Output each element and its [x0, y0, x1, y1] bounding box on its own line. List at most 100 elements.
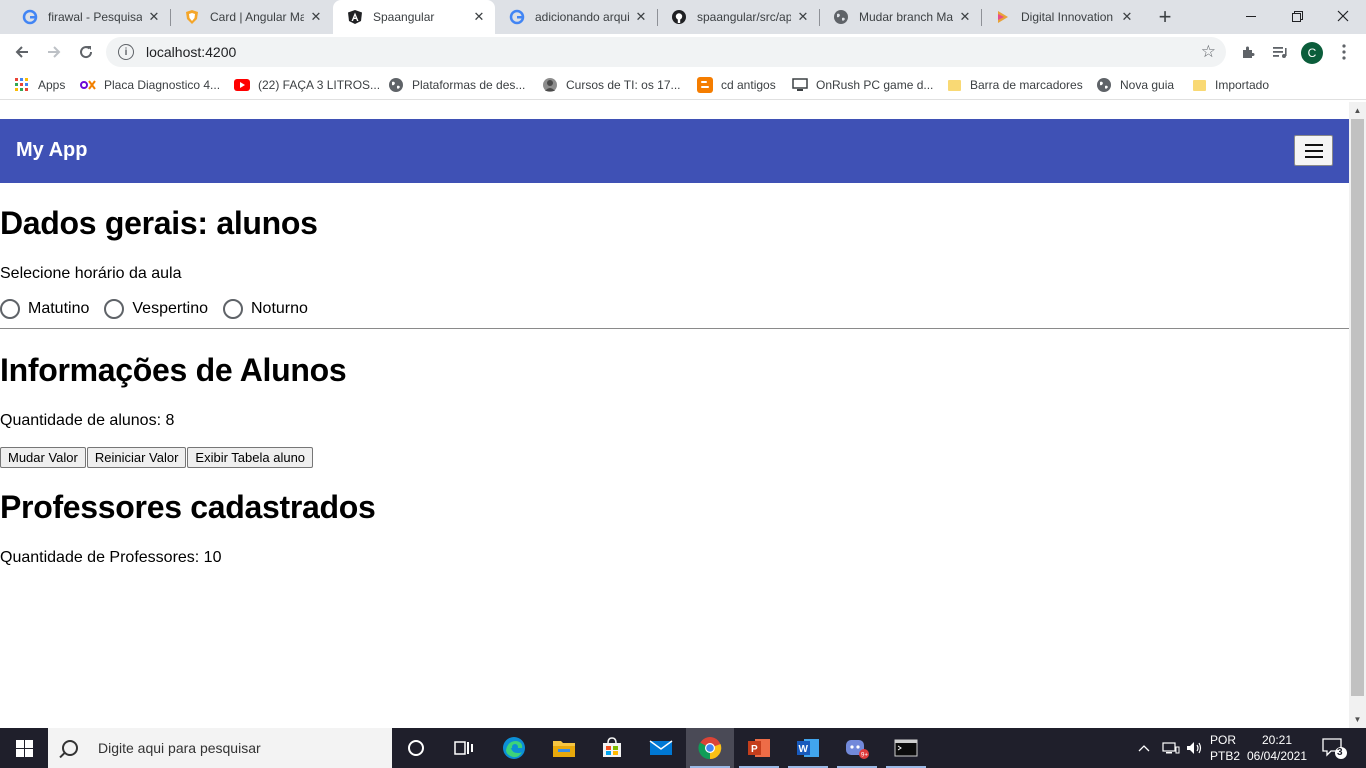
- tab-github-spaangular[interactable]: spaangular/src/app ✕: [657, 0, 819, 34]
- tab-google-search[interactable]: firawal - Pesquisa Google ✕: [8, 0, 170, 34]
- info-icon[interactable]: i: [118, 44, 134, 60]
- bookmark-barra-marcadores[interactable]: Barra de marcadores: [946, 76, 1083, 94]
- back-button[interactable]: [8, 38, 36, 66]
- discord-icon[interactable]: 9+: [833, 728, 881, 768]
- bookmark-importado[interactable]: Importado: [1191, 76, 1269, 94]
- close-icon[interactable]: ✕: [471, 9, 487, 25]
- close-icon[interactable]: ✕: [146, 9, 162, 25]
- word-icon[interactable]: W: [784, 728, 832, 768]
- input-language-indicator[interactable]: POR PTB2: [1210, 732, 1244, 764]
- windows-logo-icon: [15, 739, 33, 757]
- app-toolbar: My App: [0, 119, 1349, 183]
- page-viewport: My App Dados gerais: alunos Selecione ho…: [0, 102, 1349, 728]
- chevron-up-icon: [1138, 745, 1150, 752]
- forward-button[interactable]: [40, 38, 68, 66]
- bookmark-cd-antigos[interactable]: cd antigos: [697, 76, 776, 94]
- tab-digital-innovation[interactable]: Digital Innovation One ✕: [981, 0, 1143, 34]
- radio-noturno[interactable]: Noturno: [222, 299, 308, 319]
- bookmark-onrush[interactable]: OnRush PC game d...: [792, 76, 933, 94]
- tab-adicionando-arquivos[interactable]: adicionando arquivos ✕: [495, 0, 657, 34]
- address-text: localhost:4200: [146, 44, 237, 60]
- svg-text:W: W: [799, 744, 809, 755]
- vertical-scrollbar[interactable]: ▲ ▼: [1349, 102, 1366, 728]
- hamburger-menu-button[interactable]: [1294, 135, 1333, 166]
- radio-matutino[interactable]: Matutino: [0, 299, 89, 319]
- informacoes-alunos-heading: Informações de Alunos: [0, 352, 347, 388]
- show-hidden-icons-button[interactable]: [1138, 728, 1150, 768]
- dados-gerais-heading: Dados gerais: alunos: [0, 205, 318, 241]
- google-icon: [509, 9, 525, 25]
- close-icon[interactable]: ✕: [957, 9, 973, 25]
- avatar-icon: [542, 77, 558, 93]
- close-icon[interactable]: ✕: [633, 9, 649, 25]
- bookmark-cursos-ti[interactable]: Cursos de TI: os 17...: [542, 76, 681, 94]
- svg-text:P: P: [751, 744, 758, 755]
- windows-taskbar: Digite aqui para pesquisar P W 9+ POR PT…: [0, 728, 1366, 768]
- notification-count-badge: 3: [1337, 747, 1343, 758]
- start-button[interactable]: [0, 728, 48, 768]
- arrow-right-icon: [48, 46, 61, 58]
- radio-button[interactable]: [104, 299, 125, 319]
- svg-text:9+: 9+: [861, 753, 868, 759]
- apps-grid-icon: [14, 77, 30, 93]
- store-icon[interactable]: [588, 728, 636, 768]
- reload-button[interactable]: [72, 38, 100, 66]
- bookmark-youtube[interactable]: (22) FAÇA 3 LITROS...: [234, 76, 380, 94]
- star-icon[interactable]: ☆: [1201, 42, 1216, 62]
- volume-icon[interactable]: [1186, 728, 1204, 768]
- folder-icon: [1191, 77, 1207, 93]
- actions-button-row: Mudar Valor Reiniciar Valor Exibir Tabel…: [0, 447, 314, 468]
- network-icon[interactable]: [1162, 728, 1180, 768]
- powerpoint-icon[interactable]: P: [735, 728, 783, 768]
- tab-angular-material[interactable]: Card | Angular Material ✕: [170, 0, 332, 34]
- address-bar[interactable]: i localhost:4200 ☆: [106, 37, 1226, 67]
- quantidade-professores-text: Quantidade de Professores: 10: [0, 549, 222, 566]
- mail-icon[interactable]: [637, 728, 685, 768]
- tab-spaangular[interactable]: Spaangular ✕: [333, 0, 495, 34]
- close-icon[interactable]: ✕: [1119, 9, 1135, 25]
- exibir-tabela-button[interactable]: Exibir Tabela aluno: [187, 447, 314, 468]
- bookmark-plataformas[interactable]: Plataformas de des...: [388, 76, 525, 94]
- monitor-icon: [792, 77, 808, 93]
- terminal-icon[interactable]: [882, 728, 930, 768]
- close-window-button[interactable]: [1320, 0, 1366, 32]
- radio-button[interactable]: [0, 299, 20, 319]
- media-control-icon[interactable]: [1268, 40, 1292, 64]
- task-view-icon[interactable]: [440, 728, 488, 768]
- scroll-up-icon[interactable]: ▲: [1349, 102, 1366, 119]
- radio-vespertino[interactable]: Vespertino: [104, 299, 208, 319]
- menu-dots-icon[interactable]: [1332, 40, 1356, 64]
- mudar-valor-button[interactable]: Mudar Valor: [0, 447, 86, 468]
- chrome-icon[interactable]: [686, 728, 734, 768]
- globe-icon: [388, 77, 404, 93]
- reload-icon: [80, 46, 93, 59]
- cortana-icon[interactable]: [392, 728, 440, 768]
- globe-icon: [1096, 77, 1112, 93]
- blogger-icon: [697, 77, 713, 93]
- close-icon[interactable]: ✕: [308, 9, 324, 25]
- taskbar-search[interactable]: Digite aqui para pesquisar: [48, 728, 392, 768]
- edge-icon[interactable]: [490, 728, 538, 768]
- notification-center-button[interactable]: 3: [1318, 736, 1348, 760]
- profile-avatar[interactable]: C: [1301, 42, 1323, 64]
- bookmark-apps[interactable]: Apps: [14, 76, 65, 94]
- taskbar-clock[interactable]: 20:21 06/04/2021: [1246, 732, 1308, 764]
- app-title: My App: [16, 139, 88, 161]
- restore-button[interactable]: [1274, 0, 1320, 32]
- search-icon: [62, 740, 78, 756]
- scroll-down-icon[interactable]: ▼: [1349, 711, 1366, 728]
- extensions-icon[interactable]: [1236, 40, 1260, 64]
- new-tab-button[interactable]: +: [1153, 4, 1177, 29]
- reiniciar-valor-button[interactable]: Reiniciar Valor: [86, 447, 187, 468]
- file-explorer-icon[interactable]: [540, 728, 588, 768]
- scrollbar-thumb[interactable]: [1351, 119, 1364, 696]
- arrow-left-icon: [15, 46, 28, 58]
- radio-button[interactable]: [222, 299, 243, 319]
- hamburger-icon: [1304, 143, 1323, 158]
- bookmarks-bar: Apps Placa Diagnostico 4... (22) FAÇA 3 …: [0, 70, 1366, 100]
- minimize-button[interactable]: [1228, 0, 1274, 32]
- bookmark-nova-guia[interactable]: Nova guia: [1096, 76, 1174, 94]
- tab-mudar-branch[interactable]: Mudar branch Master ✕: [819, 0, 981, 34]
- close-icon[interactable]: ✕: [795, 9, 811, 25]
- bookmark-placa-diagnostico[interactable]: Placa Diagnostico 4...: [80, 76, 220, 94]
